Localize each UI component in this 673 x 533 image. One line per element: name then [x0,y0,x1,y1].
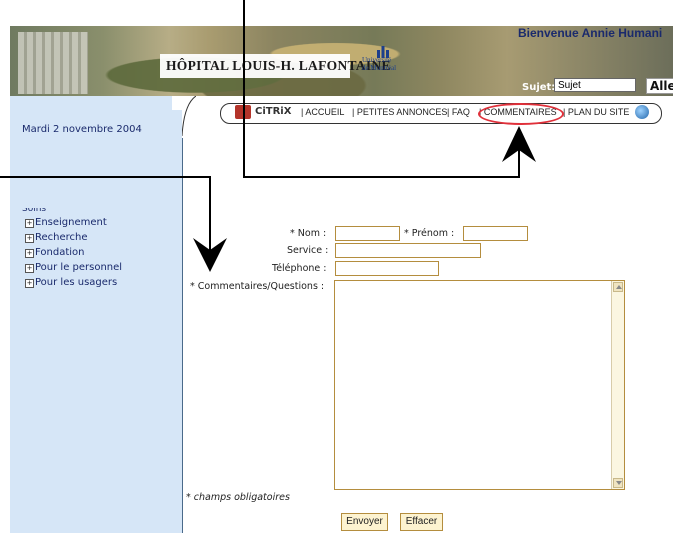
plus-box-icon[interactable]: + [25,219,34,228]
sidebar-top-band [10,96,182,110]
sidebar-item-personnel[interactable]: Pour le personnel [35,262,122,273]
header-banner: HÔPITAL LOUIS-H. LAFONTAINE Université d… [10,26,673,96]
sidebar-item-recherche[interactable]: Recherche [35,232,88,243]
annotation-line [0,176,211,178]
udem-logo: Université de Montréal [362,46,406,72]
sidebar [10,110,182,533]
plus-box-icon[interactable]: + [25,234,34,243]
nav-faq[interactable]: | FAQ [447,107,470,117]
citrix-label: CiTRiX [255,106,292,117]
telephone-label: Téléphone : [272,263,327,274]
nav-accueil[interactable]: | ACCUEIL [301,107,344,117]
sujet-label: Sujet: [522,82,556,93]
nav-plan-du-site[interactable]: | PLAN DU SITE [563,107,629,117]
allez-button[interactable]: Allez! [646,78,673,94]
commentaires-highlight-circle [478,103,564,125]
scroll-down-icon[interactable] [613,478,623,488]
nav-petites-annonces[interactable]: | PETITES ANNONCES [352,107,447,117]
welcome-text: Bienvenue Annie Humani [518,26,663,40]
udem-mark-icon [377,46,389,58]
plus-box-icon[interactable]: + [25,264,34,273]
sidebar-item-usagers[interactable]: Pour les usagers [35,277,117,288]
sidebar-divider [182,138,183,533]
service-field[interactable] [335,243,481,258]
arrow-down-icon [193,238,227,272]
required-fields-note: * champs obligatoires [186,492,290,503]
sidebar-item-fondation[interactable]: Fondation [35,247,84,258]
telephone-field[interactable] [335,261,439,276]
sidebar-item-enseignement[interactable]: Enseignement [35,217,107,228]
plus-box-icon[interactable]: + [25,249,34,258]
hospital-title: HÔPITAL LOUIS-H. LAFONTAINE [166,58,391,73]
prenom-field[interactable] [463,226,528,241]
textarea-scrollbar[interactable] [611,281,624,489]
envoyer-button[interactable]: Envoyer [341,513,388,531]
nom-label: * Nom : [290,228,327,239]
service-label: Service : [287,245,329,256]
sujet-search-input[interactable] [554,78,636,92]
scroll-up-icon[interactable] [613,282,623,292]
annotation-line [243,176,520,178]
hospital-building-image [18,32,88,94]
current-date: Mardi 2 novembre 2004 [22,124,142,135]
comments-textarea[interactable] [334,280,625,490]
plus-box-icon[interactable]: + [25,279,34,288]
nom-field[interactable] [335,226,400,241]
udem-line2: de Montréal [362,64,397,72]
comments-label: * Commentaires/Questions : [190,281,325,292]
globe-icon[interactable] [635,105,649,119]
effacer-button[interactable]: Effacer [400,513,443,531]
annotation-line [243,0,245,178]
prenom-label: * Prénom : [404,228,455,239]
arrow-up-icon [502,126,536,162]
